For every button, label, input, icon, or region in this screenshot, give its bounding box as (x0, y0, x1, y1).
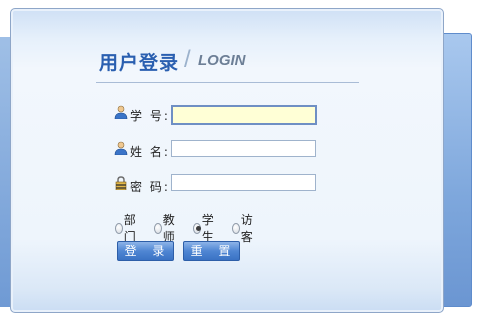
reset-button[interactable]: 重 置 (183, 241, 240, 261)
radio-label: 访客 (240, 213, 253, 244)
password-input[interactable] (171, 174, 316, 191)
lock-icon (115, 176, 127, 190)
radio-button[interactable] (232, 222, 240, 234)
title-separator: / (184, 46, 191, 73)
page-title: 用户登录 (99, 52, 180, 74)
password-label: 密 码: (130, 180, 170, 194)
student-id-input[interactable] (171, 105, 317, 125)
name-label: 姓 名: (130, 145, 170, 159)
radio-visitor[interactable]: 访客 (232, 211, 256, 245)
radio-label: 学生 (201, 213, 214, 244)
divider (96, 82, 359, 83)
user-icon (114, 105, 128, 119)
user-icon (114, 141, 128, 155)
background-strip (0, 37, 10, 307)
radio-button-selected[interactable] (193, 222, 201, 234)
radio-button[interactable] (115, 222, 123, 234)
radio-button[interactable] (154, 222, 162, 234)
radio-department[interactable]: 部门 (115, 211, 139, 245)
radio-student[interactable]: 学生 (193, 211, 217, 245)
page-subtitle: LOGIN (198, 52, 246, 69)
name-input[interactable] (171, 140, 316, 157)
student-id-label: 学 号: (130, 109, 170, 123)
radio-label: 教师 (162, 213, 175, 244)
radio-teacher[interactable]: 教师 (154, 211, 178, 245)
login-button[interactable]: 登 录 (117, 241, 174, 261)
radio-label: 部门 (123, 213, 136, 244)
